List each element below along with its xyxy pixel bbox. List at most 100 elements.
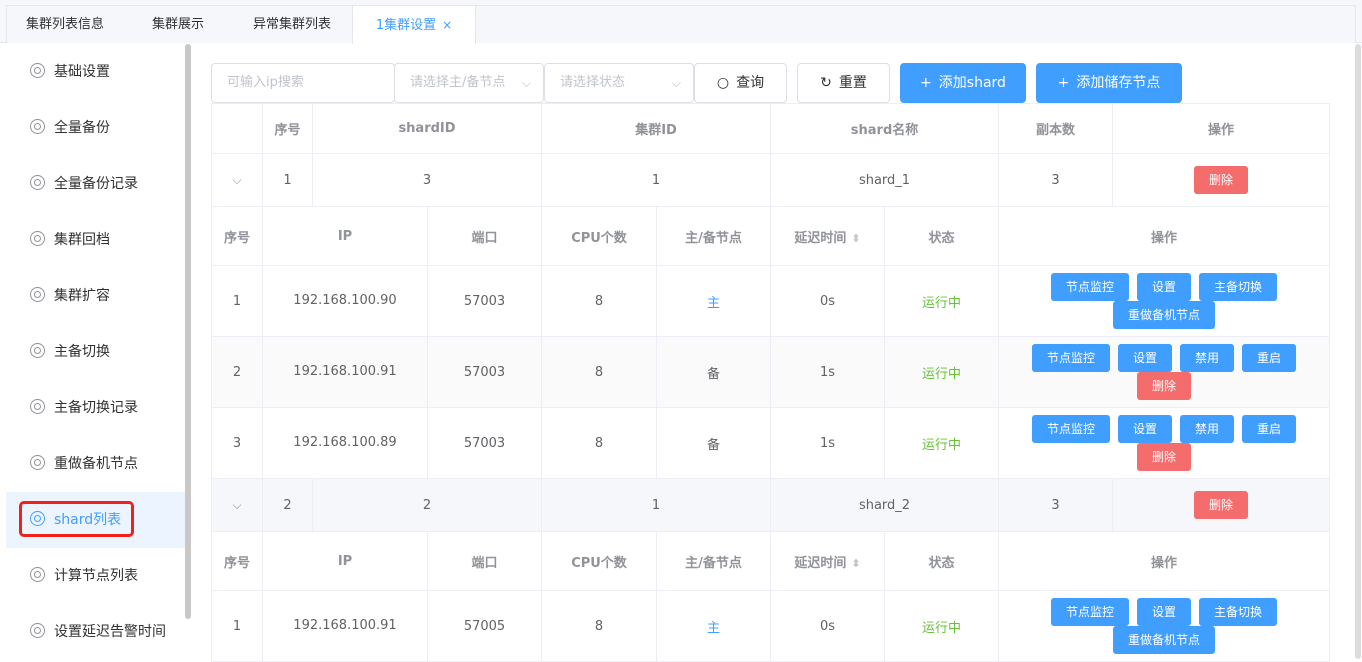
expand-toggle[interactable]: ⌵	[211, 153, 263, 207]
restart-button[interactable]: 重启	[1242, 344, 1297, 372]
tab-cluster-display[interactable]: 集群展示	[124, 5, 232, 43]
delete-node-button[interactable]: 删除	[1137, 372, 1192, 400]
sidebar-item-compute-node-list[interactable]: 计算节点列表	[6, 548, 186, 604]
expand-toggle[interactable]: ⌵	[211, 478, 263, 532]
rebuild-standby-button[interactable]: 重做备机节点	[1113, 301, 1216, 329]
switchover-button[interactable]: 主备切换	[1199, 273, 1278, 301]
main-scrollbar[interactable]	[1355, 44, 1361, 659]
node-header-status: 状态	[884, 206, 1000, 266]
restart-button[interactable]: 重启	[1242, 415, 1297, 443]
sidebar-item-full-backup[interactable]: 全量备份	[6, 100, 186, 156]
tab-label: 1集群设置	[375, 18, 437, 33]
node-header-index: 序号	[211, 206, 263, 266]
reset-button[interactable]: ↻ 重置	[797, 63, 890, 103]
node-role[interactable]: 主	[655, 265, 772, 337]
shard-id: 3	[312, 153, 542, 207]
cluster-id: 1	[540, 153, 772, 207]
sort-icon[interactable]: ⬍	[851, 557, 860, 570]
delete-shard-button[interactable]: 删除	[1194, 166, 1249, 194]
shard-header-row: 序号 shardID 集群ID shard名称 副本数 操作	[211, 103, 1331, 154]
shard-name: shard_1	[770, 153, 1000, 207]
node-index: 3	[211, 407, 263, 479]
node-header-delay[interactable]: 延迟时间 ⬍	[770, 531, 886, 591]
node-monitor-button[interactable]: 节点监控	[1032, 344, 1111, 372]
sidebar-item-label: 主备切换记录	[54, 400, 138, 416]
tab-cluster-settings[interactable]: 1集群设置 ×	[352, 5, 476, 44]
node-role: 备	[655, 407, 772, 479]
gear-icon	[30, 63, 45, 78]
node-ip: 192.168.100.91	[262, 590, 428, 662]
node-header-actions: 操作	[998, 206, 1331, 266]
gear-icon	[30, 399, 45, 414]
node-role: 备	[655, 336, 772, 408]
disable-button[interactable]: 禁用	[1180, 344, 1235, 372]
node-port: 57003	[427, 336, 542, 408]
chevron-down-icon: ⌵	[521, 76, 531, 90]
node-delay: 0s	[770, 590, 886, 662]
node-header-delay-label: 延迟时间	[794, 230, 847, 246]
ip-search-input[interactable]: 可输入ip搜索	[211, 63, 395, 103]
add-shard-button[interactable]: + 添加shard	[900, 63, 1026, 103]
node-row: 3 192.168.100.89 57003 8 备 1s 运行中 节点监控 设置…	[211, 407, 1331, 479]
tab-abnormal-cluster-list[interactable]: 异常集群列表	[232, 5, 352, 43]
node-role[interactable]: 主	[655, 590, 772, 662]
node-header-row: 序号 IP 端口 CPU个数 主/备节点 延迟时间 ⬍ 状态 操作	[211, 531, 1331, 591]
node-settings-button[interactable]: 设置	[1137, 273, 1192, 301]
node-port: 57003	[427, 265, 542, 337]
header-replicas: 副本数	[998, 103, 1114, 154]
gear-icon	[30, 287, 45, 302]
sort-icon[interactable]: ⬍	[851, 232, 860, 245]
tab-label: 集群列表信息	[25, 17, 104, 32]
node-cpu: 8	[541, 265, 657, 337]
gear-icon	[30, 567, 45, 582]
sidebar-item-switchover[interactable]: 主备切换	[6, 324, 186, 380]
sidebar-scrollbar[interactable]	[185, 44, 191, 619]
sidebar-item-cluster-expand[interactable]: 集群扩容	[6, 268, 186, 324]
node-cpu: 8	[541, 336, 657, 408]
disable-button[interactable]: 禁用	[1180, 415, 1235, 443]
add-storage-node-button[interactable]: + 添加储存节点	[1036, 63, 1182, 103]
node-header-actions: 操作	[998, 531, 1331, 591]
sidebar-item-full-backup-records[interactable]: 全量备份记录	[6, 156, 186, 212]
sidebar-item-switchover-records[interactable]: 主备切换记录	[6, 380, 186, 436]
tab-label: 集群展示	[151, 17, 204, 32]
node-header-role: 主/备节点	[655, 206, 772, 266]
sidebar-item-cluster-rollback[interactable]: 集群回档	[6, 212, 186, 268]
node-actions: 节点监控 设置 主备切换重做备机节点	[998, 590, 1331, 662]
node-header-delay[interactable]: 延迟时间 ⬍	[770, 206, 886, 266]
search-icon: ○	[716, 75, 730, 91]
rebuild-standby-button[interactable]: 重做备机节点	[1113, 626, 1216, 654]
node-delay: 1s	[770, 336, 886, 408]
switchover-button[interactable]: 主备切换	[1199, 598, 1278, 626]
tab-cluster-list-info[interactable]: 集群列表信息	[6, 5, 124, 43]
sidebar-item-basic-settings[interactable]: 基础设置	[6, 44, 186, 100]
node-header-port: 端口	[427, 206, 542, 266]
node-monitor-button[interactable]: 节点监控	[1051, 598, 1130, 626]
node-ip: 192.168.100.91	[262, 336, 428, 408]
chevron-down-icon[interactable]: ⌵	[232, 173, 241, 187]
sidebar-item-label: 重做备机节点	[54, 456, 138, 472]
chevron-down-icon[interactable]: ⌵	[232, 498, 241, 512]
role-select[interactable]: 请选择主/备节点 ⌵	[394, 63, 544, 103]
replicas: 3	[998, 153, 1114, 207]
sidebar-item-label: 集群扩容	[54, 288, 110, 304]
gear-icon	[30, 231, 45, 246]
sidebar-item-rebuild-standby[interactable]: 重做备机节点	[6, 436, 186, 492]
status-select[interactable]: 请选择状态 ⌵	[544, 63, 694, 103]
node-settings-button[interactable]: 设置	[1118, 344, 1173, 372]
close-icon[interactable]: ×	[442, 18, 452, 32]
sidebar-item-delay-alarm[interactable]: 设置延迟告警时间	[6, 604, 186, 660]
node-cpu: 8	[541, 590, 657, 662]
node-monitor-button[interactable]: 节点监控	[1032, 415, 1111, 443]
node-settings-button[interactable]: 设置	[1118, 415, 1173, 443]
node-settings-button[interactable]: 设置	[1137, 598, 1192, 626]
gear-icon	[30, 623, 45, 638]
delete-node-button[interactable]: 删除	[1137, 443, 1192, 471]
query-button[interactable]: ○ 查询	[694, 63, 787, 103]
node-monitor-button[interactable]: 节点监控	[1051, 273, 1130, 301]
delete-shard-button[interactable]: 删除	[1194, 491, 1249, 519]
header-shard-id: shardID	[312, 103, 542, 154]
node-index: 1	[211, 265, 263, 337]
node-ip: 192.168.100.90	[262, 265, 428, 337]
node-status: 运行中	[884, 407, 1000, 479]
